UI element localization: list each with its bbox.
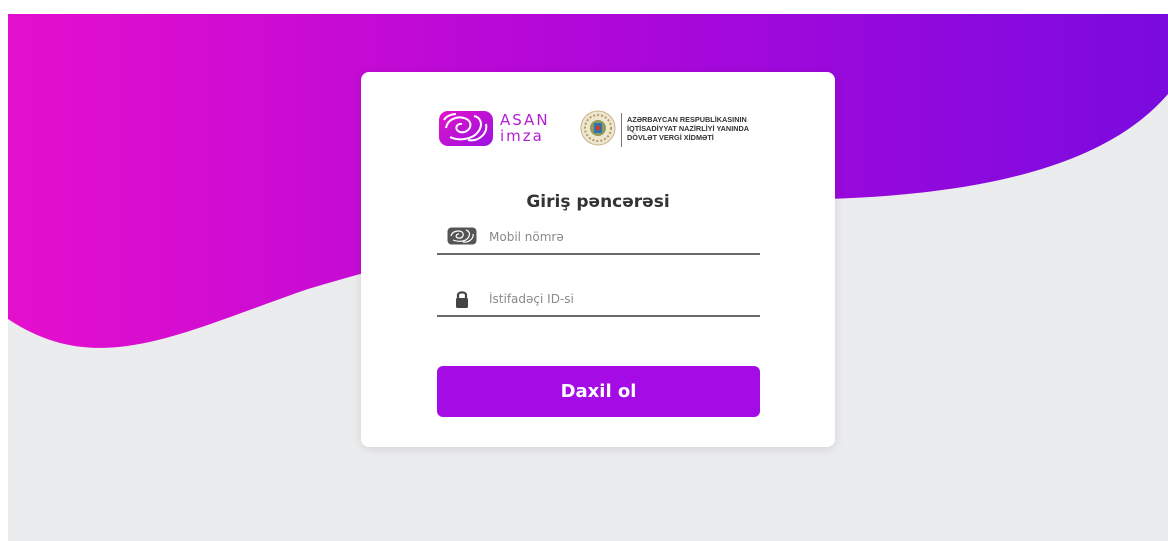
agency-line-3: DÖVLƏT VERGİ XİDMƏTİ — [627, 133, 714, 142]
login-card: ASAN imza AZƏRBAYCAN RESPUBLİKASININ İQT… — [361, 72, 835, 447]
user-id-input[interactable] — [489, 287, 749, 311]
page-background: ASAN imza AZƏRBAYCAN RESPUBLİKASININ İQT… — [8, 14, 1168, 541]
asan-imza-logo-icon — [439, 111, 493, 146]
agency-line-2: İQTİSADİYYAT NAZİRLİYİ YANINDA — [627, 124, 750, 133]
mobile-number-input[interactable] — [489, 225, 749, 249]
agency-line-1: AZƏRBAYCAN RESPUBLİKASININ — [627, 115, 747, 124]
brand-header: ASAN imza AZƏRBAYCAN RESPUBLİKASININ İQT… — [438, 110, 768, 150]
logo-line-2: imza — [500, 127, 544, 145]
lock-icon — [456, 291, 468, 308]
mobile-number-field — [437, 225, 760, 255]
logo-divider — [621, 113, 622, 147]
agency-name: AZƏRBAYCAN RESPUBLİKASININ İQTİSADİYYAT … — [627, 115, 749, 142]
user-id-field — [437, 287, 760, 317]
state-emblem-icon — [580, 110, 616, 146]
asan-fingerprint-icon — [447, 227, 477, 245]
asan-imza-wordmark: ASAN imza — [500, 113, 550, 145]
login-title: Giriş pəncərəsi — [526, 192, 670, 212]
login-button[interactable]: Daxil ol — [437, 366, 760, 417]
